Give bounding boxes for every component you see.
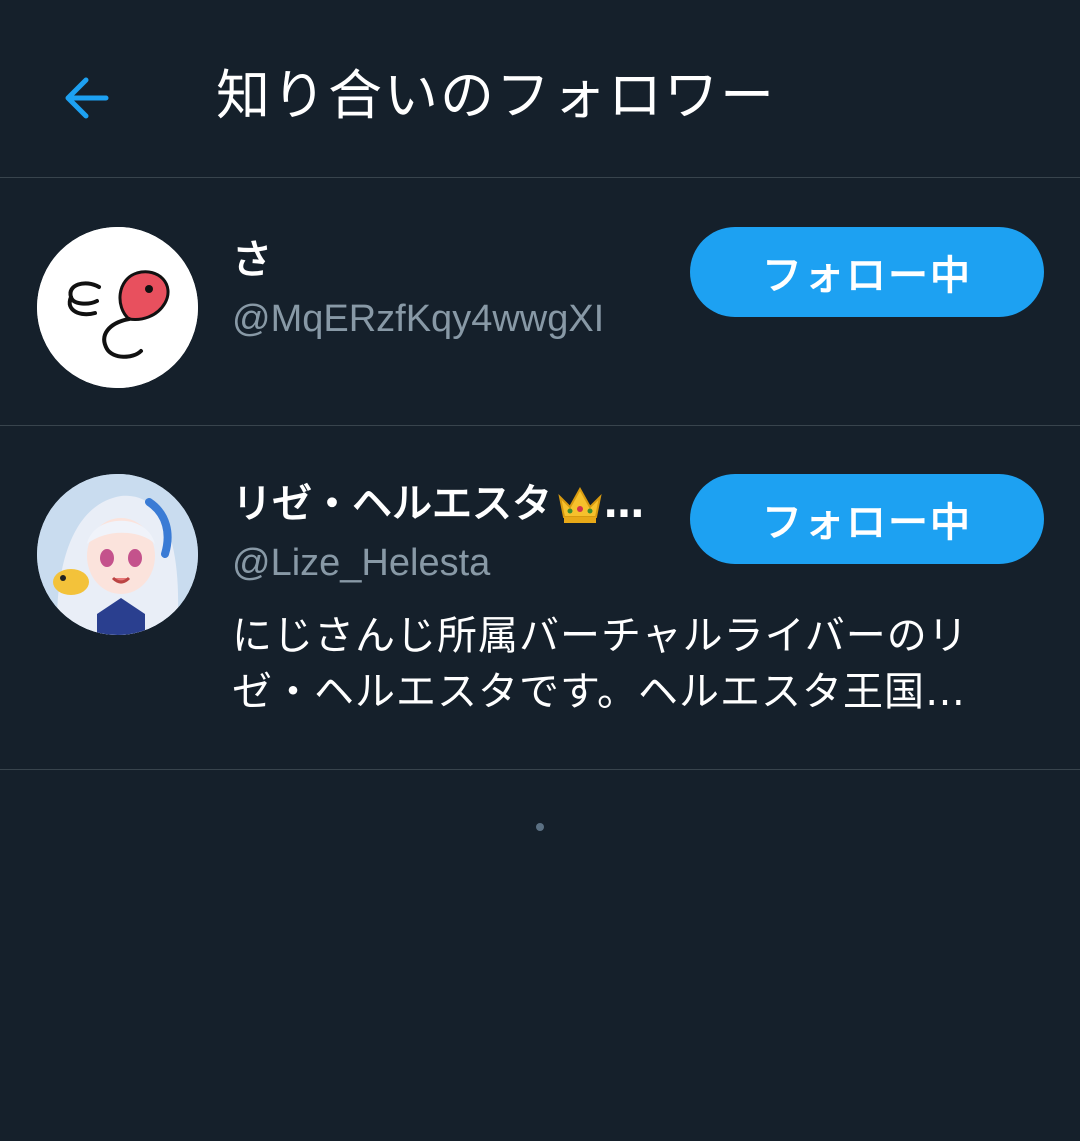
top-bar: 知り合いのフォロワー	[0, 0, 1080, 178]
user-handle: @Lize_Helesta	[232, 542, 491, 584]
following-button[interactable]: フォロー中	[690, 474, 1044, 564]
display-name: リゼ・ヘルエスタ …	[232, 478, 692, 530]
name-truncation: …	[604, 481, 644, 527]
display-name: さ	[232, 237, 272, 283]
user-list-item[interactable]: さ @MqERzfKqy4wwgXI フォロー中	[0, 178, 1080, 426]
anime-girl-avatar	[37, 474, 198, 635]
crown-emoji	[558, 486, 602, 523]
user-handle: @MqERzfKqy4wwgXI	[232, 298, 605, 340]
abstract-pink-blob-avatar	[37, 227, 198, 388]
arrow-left-icon	[65, 77, 109, 119]
display-name-text: リゼ・ヘルエスタ	[232, 481, 552, 527]
following-button[interactable]: フォロー中	[690, 227, 1044, 317]
page-title: 知り合いのフォロワー	[216, 64, 776, 127]
back-button[interactable]	[48, 62, 120, 134]
avatar[interactable]	[37, 227, 198, 388]
bio-line: ゼ・ヘルエスタです。ヘルエスタ王国…	[232, 669, 966, 715]
user-bio: にじさんじ所属バーチャルライバーのリ ゼ・ヘルエスタです。ヘルエスタ王国…	[232, 608, 1042, 720]
bio-line: にじさんじ所属バーチャルライバーのリ	[232, 613, 969, 659]
user-list-item[interactable]: リゼ・ヘルエスタ … @Lize_Helesta にじさんじ所属バーチャルライバ…	[0, 426, 1080, 770]
loading-indicator	[536, 823, 544, 831]
avatar[interactable]	[37, 474, 198, 635]
